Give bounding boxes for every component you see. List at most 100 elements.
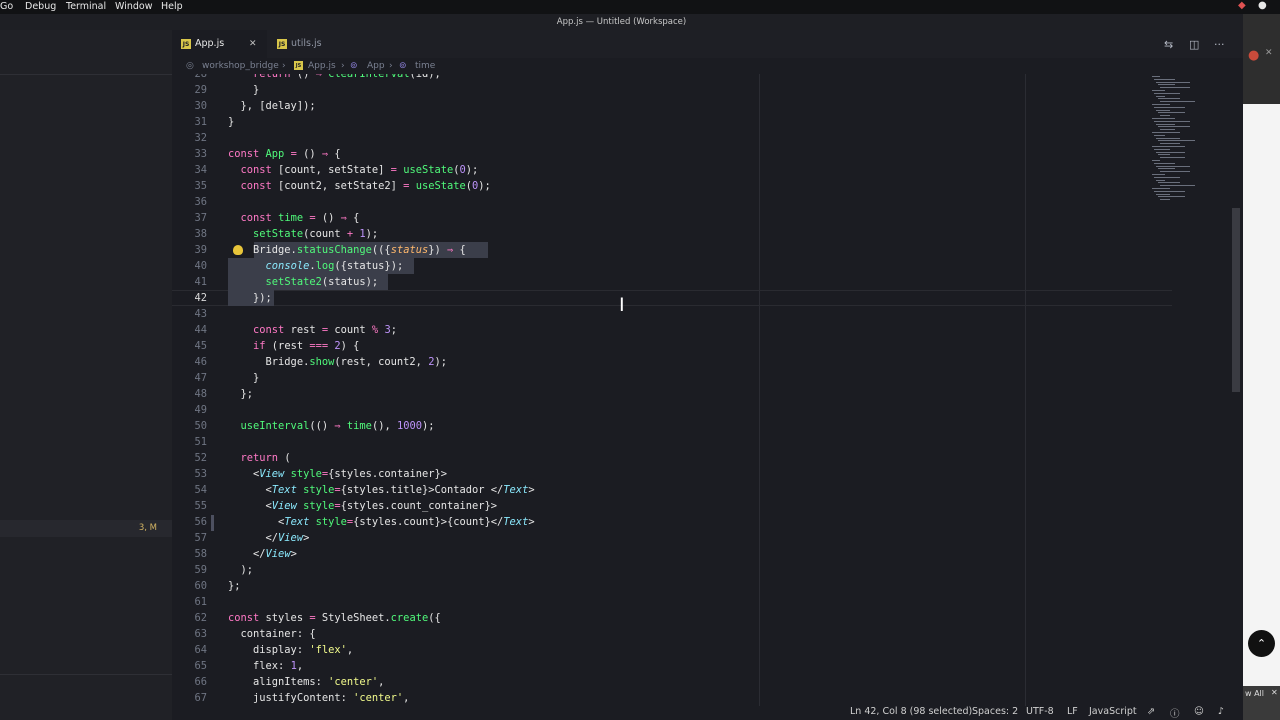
line-ending[interactable]: LF [1067, 706, 1078, 717]
code-line[interactable]: 36 [172, 194, 1172, 210]
git-change-marker [211, 515, 214, 531]
menu-go[interactable]: Go [0, 1, 13, 12]
indentation[interactable]: Spaces: 2 [972, 706, 1018, 717]
minimap-line [1160, 101, 1195, 103]
line-number: 55 [194, 500, 207, 512]
minimap[interactable] [1150, 74, 1232, 214]
code-line[interactable]: 41 setState2(status); [172, 274, 1172, 290]
line-code: useInterval(() ⇒ time(), 1000); [240, 420, 435, 432]
close-icon[interactable]: ✕ [1271, 688, 1278, 697]
line-code: return ( [240, 452, 291, 464]
code-line[interactable]: 37 const time = () ⇒ { [172, 210, 1172, 226]
code-line[interactable]: 28 return () ⇒ clearInterval(id); [172, 74, 1172, 82]
code-line[interactable]: 60}; [172, 578, 1172, 594]
record-icon: ● [1248, 48, 1260, 63]
close-icon[interactable]: ✕ [249, 30, 257, 58]
vertical-scrollbar[interactable] [1232, 208, 1240, 392]
background-window-label[interactable]: w All [1245, 689, 1264, 698]
code-line[interactable]: 66 alignItems: 'center', [172, 674, 1172, 690]
code-line[interactable]: 32 [172, 130, 1172, 146]
line-number: 45 [194, 340, 207, 352]
breadcrumb-folder[interactable]: workshop_bridge [202, 58, 279, 74]
code-line[interactable]: 58 </View> [172, 546, 1172, 562]
code-line[interactable]: 62 const styles = StyleSheet.create({ [172, 610, 1172, 626]
line-code: const App = () ⇒ { [228, 148, 341, 160]
code-line[interactable]: 64 display: 'flex', [172, 642, 1172, 658]
code-line[interactable]: 51 [172, 434, 1172, 450]
minimap-line [1160, 157, 1185, 159]
code-line[interactable]: 48 }; [172, 386, 1172, 402]
code-line[interactable]: 34 const [count, setState] = useState(0)… [172, 162, 1172, 178]
code-line[interactable]: 67 justifyContent: 'center', [172, 690, 1172, 706]
code-line[interactable]: 35 const [count2, setState2] = useState(… [172, 178, 1172, 194]
code-line[interactable]: 43 [172, 306, 1172, 322]
tab-utils-js[interactable]: JS utils.js [267, 30, 362, 58]
menu-terminal[interactable]: Terminal [66, 1, 106, 12]
breadcrumb-symbol-app[interactable]: App [367, 58, 385, 74]
code-line[interactable]: 57 </View> [172, 530, 1172, 546]
code-line[interactable]: 50 useInterval(() ⇒ time(), 1000); [172, 418, 1172, 434]
feedback-icon[interactable]: ☺ [1194, 706, 1204, 717]
code-line[interactable]: 49 [172, 402, 1172, 418]
code-editor[interactable]: 28 return () ⇒ clearInterval(id); 29 } 30 … [172, 74, 1243, 706]
code-line[interactable]: 59 ); [172, 562, 1172, 578]
line-code: const styles = StyleSheet.create({ [228, 612, 441, 624]
live-share-icon[interactable]: ⇗ [1147, 706, 1155, 717]
code-line[interactable]: 46 Bridge.show(rest, count2, 2); [172, 354, 1172, 370]
line-number: 32 [194, 132, 207, 144]
code-line[interactable]: 45 if (rest === 2) { [172, 338, 1172, 354]
more-actions-icon[interactable]: ··· [1214, 38, 1225, 51]
line-number: 49 [194, 404, 207, 416]
window-title: App.js — Untitled (Workspace) [0, 14, 1243, 30]
line-code: Bridge.show(rest, count2, 2); [228, 356, 447, 368]
breadcrumb-file[interactable]: App.js [308, 58, 336, 74]
code-line[interactable]: 52 return ( [172, 450, 1172, 466]
code-line[interactable]: 40 console.log({status}); [172, 258, 1172, 274]
line-code: <View style={styles.container}> [228, 468, 447, 480]
notifications-icon[interactable]: ♪ [1218, 706, 1224, 717]
tray-app-icon[interactable]: ◆ [1238, 0, 1246, 11]
close-icon[interactable]: ✕ [1265, 48, 1273, 58]
menu-help[interactable]: Help [161, 1, 183, 12]
tab-app-js[interactable]: JS App.js ✕ [172, 30, 267, 58]
language-mode[interactable]: JavaScript [1089, 706, 1137, 717]
split-editor-icon[interactable]: ◫ [1189, 38, 1199, 51]
minimap-line [1160, 199, 1170, 201]
menu-debug[interactable]: Debug [25, 1, 56, 12]
code-line[interactable]: 53 <View style={styles.container}> [172, 466, 1172, 482]
javascript-file-icon: JS [277, 38, 287, 49]
minimap-line [1156, 109, 1170, 111]
line-number: 35 [194, 180, 207, 192]
encoding[interactable]: UTF-8 [1026, 706, 1054, 717]
tray-account-icon[interactable]: ● [1258, 0, 1267, 11]
code-line[interactable]: 56 <Text style={styles.count}>{count}</T… [172, 514, 1172, 530]
line-number: 67 [194, 692, 207, 704]
code-line[interactable]: 47 } [172, 370, 1172, 386]
compare-changes-icon[interactable]: ⇆ [1164, 38, 1173, 51]
code-line[interactable]: 29 } [172, 82, 1172, 98]
info-icon[interactable]: ⓘ [1170, 706, 1180, 720]
code-line[interactable]: 38 setState(count + 1); [172, 226, 1172, 242]
line-number: 61 [194, 596, 207, 608]
code-line[interactable]: 65 flex: 1, [172, 658, 1172, 674]
minimap-line [1156, 193, 1170, 195]
code-line[interactable]: 63 container: { [172, 626, 1172, 642]
code-line[interactable]: 55 <View style={styles.count_container}> [172, 498, 1172, 514]
line-number: 63 [194, 628, 207, 640]
code-line[interactable]: 42 }); [172, 290, 1172, 306]
code-line[interactable]: 33 const App = () ⇒ { [172, 146, 1172, 162]
code-line[interactable]: 54 <Text style={styles.title}>Contador <… [172, 482, 1172, 498]
code-line[interactable]: 31} [172, 114, 1172, 130]
code-line[interactable]: 39 Bridge.statusChange(({status}) ⇒ { [172, 242, 1172, 258]
javascript-file-icon: JS [181, 38, 191, 49]
code-line[interactable]: 61 [172, 594, 1172, 610]
minimap-line [1154, 190, 1185, 192]
chevron-up-icon[interactable]: ⌃ [1248, 630, 1275, 657]
cursor-position[interactable]: Ln 42, Col 8 (98 selected) [850, 706, 972, 717]
code-line[interactable]: 30 }, [delay]); [172, 98, 1172, 114]
code-line[interactable]: 44 const rest = count % 3; [172, 322, 1172, 338]
git-status-badge: 3, M [138, 523, 157, 533]
menu-window[interactable]: Window [115, 1, 152, 12]
breadcrumb-symbol-time[interactable]: time [415, 58, 435, 74]
lightbulb-icon[interactable] [233, 245, 243, 255]
